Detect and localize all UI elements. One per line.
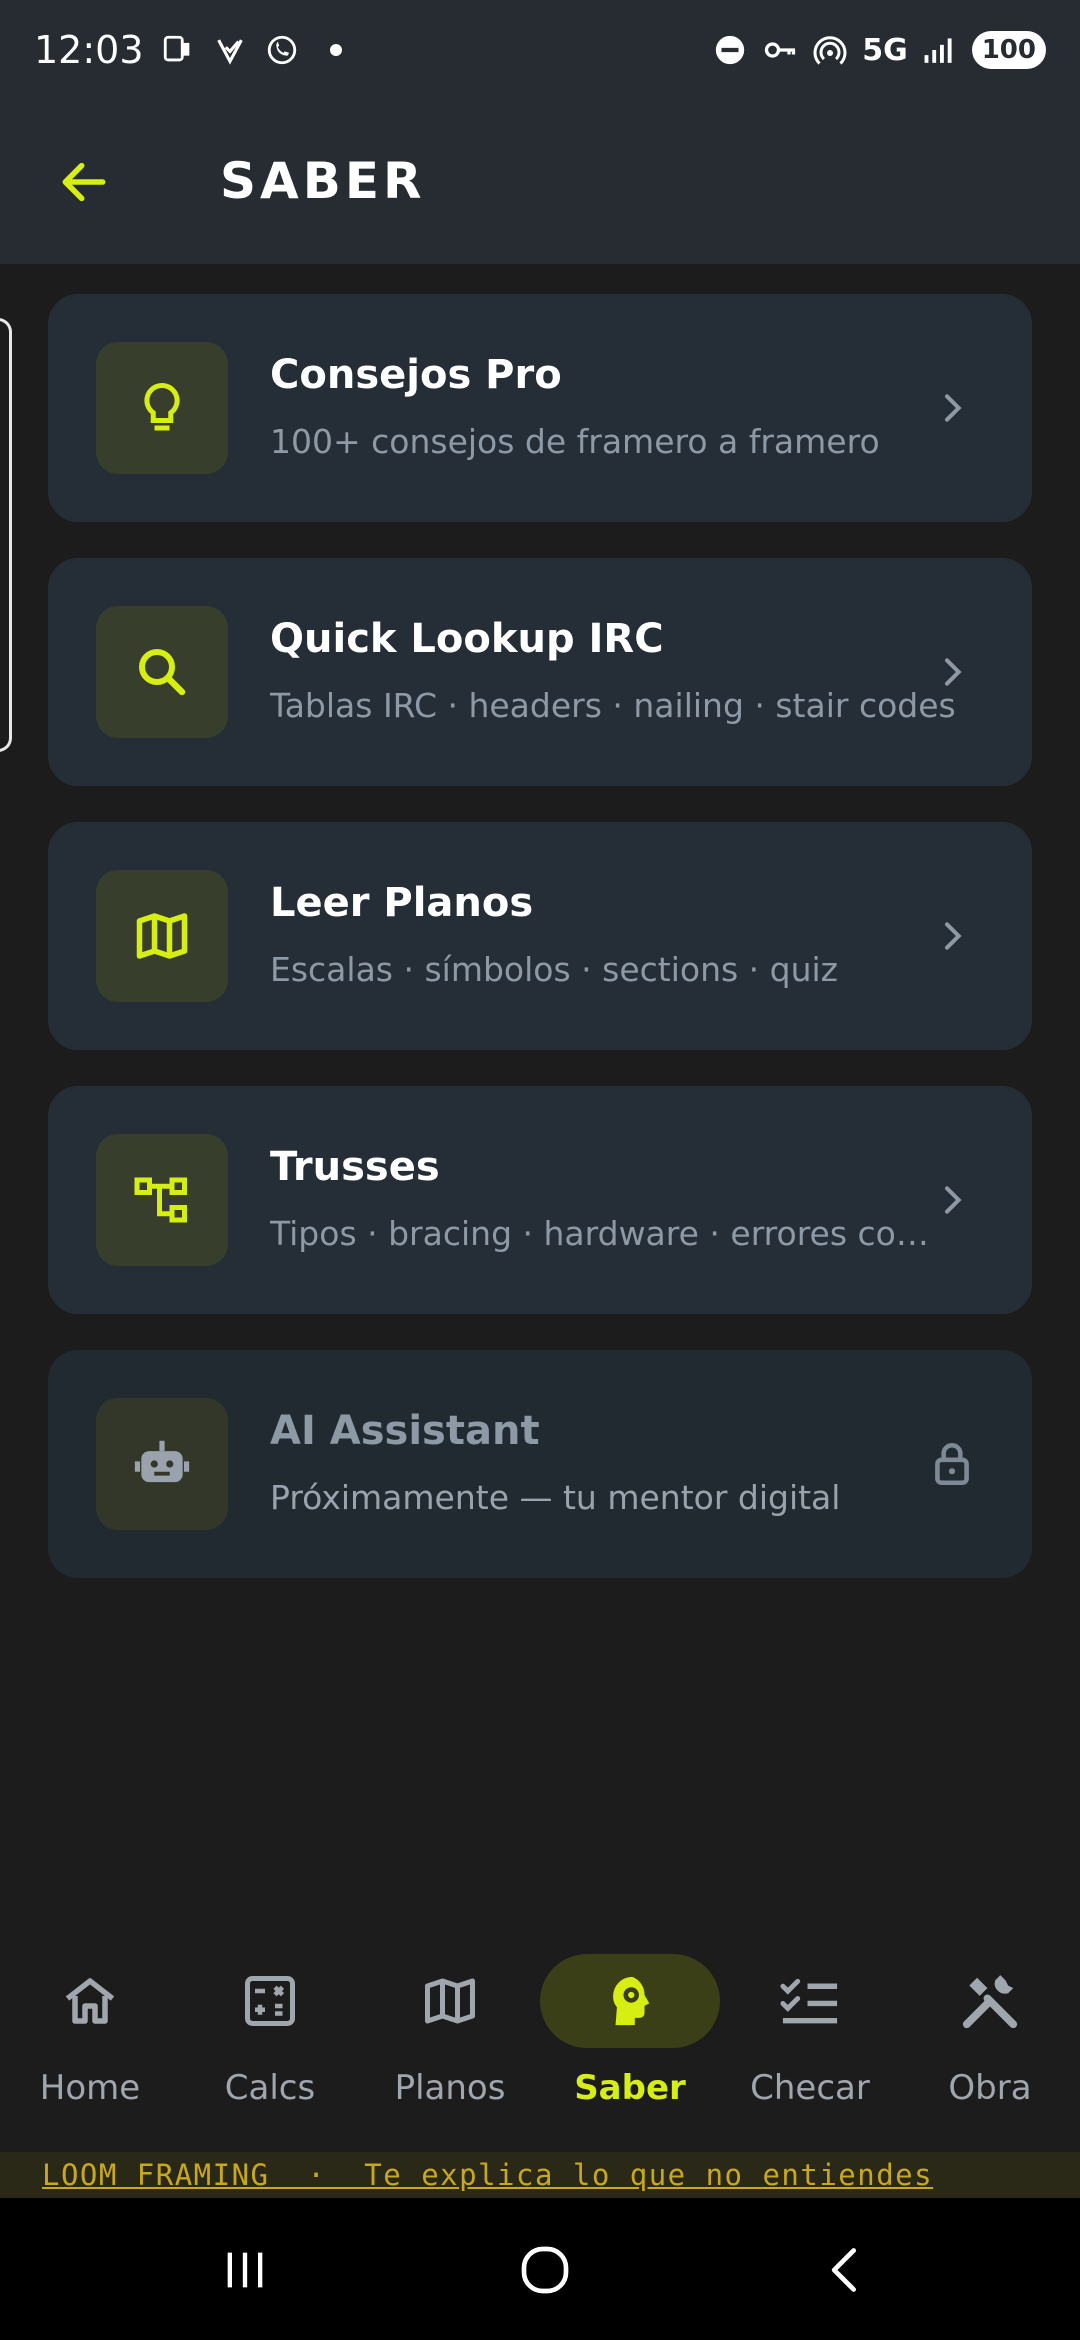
nav-label: Checar [750, 2068, 870, 2108]
edge-panel-handle[interactable] [0, 318, 12, 752]
search-icon [139, 649, 186, 696]
nav-label: Obra [948, 2068, 1032, 2108]
brain-gear-icon [613, 1976, 650, 2026]
lightbulb-icon [144, 382, 180, 431]
lock-icon [924, 1436, 980, 1492]
card-title: AI Assistant [270, 1408, 540, 1454]
nav-item-calcs[interactable]: Calcs [180, 1920, 360, 2152]
nav-icon-wrap [900, 1954, 1080, 2048]
nav-label: Calcs [224, 2068, 316, 2108]
nav-item-saber[interactable]: Saber [540, 1920, 720, 2152]
card-title: Quick Lookup IRC [270, 616, 664, 662]
signal-icon [922, 32, 958, 68]
card-subtitle: Tablas IRC · headers · nailing · stair c… [270, 686, 956, 725]
nav-icon-wrap [360, 1954, 540, 2048]
arrow-left-icon [62, 162, 106, 202]
hotspot-icon [812, 32, 848, 68]
card-quick-lookup-irc[interactable]: Quick Lookup IRC Tablas IRC · headers · … [48, 558, 1032, 786]
card-title: Trusses [270, 1144, 440, 1190]
back-nav-button[interactable] [800, 2228, 890, 2312]
back-button[interactable] [52, 150, 116, 214]
chevron-right-icon [928, 384, 976, 432]
chevron-right-icon [928, 912, 976, 960]
status-right: 5G 100 [712, 31, 1046, 69]
ticker-text: LOOM FRAMING · Te explica lo que no enti… [42, 2158, 934, 2192]
recents-icon [227, 2252, 263, 2288]
home-button[interactable] [500, 2228, 590, 2312]
card-subtitle: Tipos · bracing · hardware · errores com… [270, 1214, 960, 1253]
more-notifications-dot [329, 44, 342, 56]
do-not-disturb-icon [712, 32, 748, 68]
home-circle-icon [521, 2246, 569, 2294]
network-type: 5G [862, 32, 908, 68]
brand-ticker: LOOM FRAMING · Te explica lo que no enti… [0, 2152, 1080, 2198]
nav-icon-wrap [180, 1954, 360, 2048]
card-icon-tile [96, 606, 228, 738]
card-subtitle: Próximamente — tu mentor digital [270, 1478, 841, 1517]
status-left: 12:03 [34, 28, 342, 72]
robot-icon [134, 1440, 190, 1483]
nav-label: Home [39, 2068, 141, 2108]
card-title: Leer Planos [270, 880, 534, 926]
chevron-right-icon [928, 1176, 976, 1224]
battery-indicator: 100 [971, 31, 1046, 69]
app-bar: SABER [0, 100, 1080, 264]
nav-icon-wrap [540, 1954, 720, 2048]
device-notification-icon [160, 32, 196, 68]
card-icon-tile [96, 342, 228, 474]
chevron-right-icon [928, 648, 976, 696]
card-icon-tile [96, 1134, 228, 1266]
nav-label: Planos [394, 2068, 506, 2108]
card-icon-tile [96, 1398, 228, 1530]
card-leer-planos[interactable]: Leer Planos Escalas · símbolos · section… [48, 822, 1032, 1050]
system-nav-bar [0, 2198, 1080, 2340]
nav-icon-wrap [720, 1954, 900, 2048]
nav-label: Saber [574, 2068, 686, 2108]
map-icon [136, 913, 188, 959]
card-title: Consejos Pro [270, 352, 562, 398]
card-subtitle: Escalas · símbolos · sections · quiz [270, 950, 838, 989]
nav-item-checar[interactable]: Checar [720, 1920, 900, 2152]
card-consejos-pro[interactable]: Consejos Pro 100+ consejos de framero a … [48, 294, 1032, 522]
key-icon [762, 32, 798, 68]
recent-apps-button[interactable] [200, 2228, 290, 2312]
nav-item-planos[interactable]: Planos [360, 1920, 540, 2152]
whatsapp-icon [264, 32, 300, 68]
card-subtitle: 100+ consejos de framero a framero [270, 422, 880, 461]
nav-item-home[interactable]: Home [0, 1920, 180, 2152]
nav-item-obra[interactable]: Obra [900, 1920, 1080, 2152]
chevron-left-icon [831, 2248, 857, 2292]
nav-icon-wrap [0, 1954, 180, 2048]
tree-structure-icon [134, 1177, 187, 1223]
page-title: SABER [220, 152, 426, 210]
bottom-nav: Home Calcs Planos Saber Checar Obra [0, 1920, 1080, 2152]
card-icon-tile [96, 870, 228, 1002]
card-ai-assistant[interactable]: AI Assistant Próximamente — tu mentor di… [48, 1350, 1032, 1578]
card-trusses[interactable]: Trusses Tipos · bracing · hardware · err… [48, 1086, 1032, 1314]
check-shield-icon [212, 32, 248, 68]
tools-icon [962, 1975, 1018, 2029]
map-icon [425, 1978, 475, 2024]
status-bar: 12:03 5G 100 [0, 0, 1080, 100]
status-time: 12:03 [34, 28, 144, 72]
calculator-icon [245, 1976, 295, 2026]
home-icon [65, 1978, 115, 2024]
checklist-icon [780, 1978, 838, 2024]
